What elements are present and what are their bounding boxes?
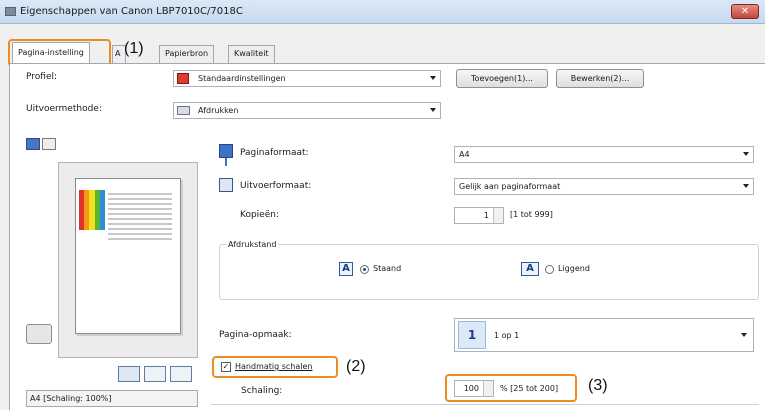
booklet-view-icon[interactable] xyxy=(144,366,166,382)
output-method-value: Afdrukken xyxy=(198,106,239,115)
printer-view-icon[interactable] xyxy=(42,138,56,150)
chevron-down-icon xyxy=(430,108,436,112)
print-icon xyxy=(177,106,190,115)
manual-scaling-label: Handmatig schalen xyxy=(235,362,313,371)
window-title: Eigenschappen van Canon LBP7010C/7018C xyxy=(20,6,243,17)
paper-tray-icon xyxy=(26,324,52,344)
profile-select[interactable]: Standaardinstellingen xyxy=(173,70,441,87)
copies-range: [1 tot 999] xyxy=(510,210,553,219)
callout-2: (2) xyxy=(346,358,366,375)
page-layout-value: 1 op 1 xyxy=(494,331,520,340)
layout-view-icon[interactable] xyxy=(118,366,140,382)
chevron-down-icon xyxy=(743,152,749,156)
paper-size-icon xyxy=(219,144,233,158)
chevron-down-icon xyxy=(743,184,749,188)
chevron-down-icon xyxy=(741,333,747,337)
paper-size-label: Paginaformaat: xyxy=(240,148,309,158)
scaling-value: 100 xyxy=(463,384,479,393)
portrait-radio[interactable] xyxy=(360,265,369,274)
layout-1up-icon: 1 xyxy=(458,321,486,349)
tab-quality[interactable]: Kwaliteit xyxy=(228,45,275,63)
orientation-group xyxy=(219,244,759,300)
bottom-divider xyxy=(211,404,759,405)
copies-label: Kopieën: xyxy=(240,210,279,220)
output-size-label: Uitvoerformaat: xyxy=(240,181,312,191)
callout-1: (1) xyxy=(124,40,144,57)
arrow-down-icon xyxy=(225,158,227,166)
preview-status: A4 [Schaling: 100%] xyxy=(26,390,198,407)
output-size-icon xyxy=(219,178,233,192)
scaling-input[interactable]: 100 xyxy=(454,380,494,397)
copies-input[interactable]: 1 xyxy=(454,207,504,224)
page-layout-label: Pagina-opmaak: xyxy=(219,330,292,340)
tab-paper-source[interactable]: Papierbron xyxy=(159,45,215,63)
copies-value: 1 xyxy=(483,211,489,220)
printer-icon xyxy=(5,7,16,16)
paper-size-value: A4 xyxy=(459,150,470,159)
portrait-icon: A xyxy=(339,262,353,276)
scaling-range: % [25 tot 200] xyxy=(500,384,559,393)
output-method-label: Uitvoermethode: xyxy=(26,104,102,114)
add-profile-button[interactable]: Toevoegen(1)... xyxy=(456,69,548,88)
poster-view-icon[interactable] xyxy=(170,366,192,382)
output-method-select[interactable]: Afdrukken xyxy=(173,102,441,119)
landscape-radio[interactable] xyxy=(545,265,554,274)
portrait-label: Staand xyxy=(373,264,402,273)
edit-profile-button[interactable]: Bewerken(2)... xyxy=(556,69,644,88)
profile-value: Standaardinstellingen xyxy=(198,74,286,83)
landscape-icon: A xyxy=(521,262,539,276)
profile-label: Profiel: xyxy=(26,72,58,82)
landscape-label: Liggend xyxy=(558,264,590,273)
paper-size-select[interactable]: A4 xyxy=(454,146,754,163)
output-size-value: Gelijk aan paginaformaat xyxy=(459,182,561,191)
callout-3: (3) xyxy=(588,377,608,394)
close-button[interactable]: ✕ xyxy=(731,4,759,19)
preview-color-image xyxy=(79,190,106,230)
copies-spinner[interactable] xyxy=(493,208,503,223)
output-size-select[interactable]: Gelijk aan paginaformaat xyxy=(454,178,754,195)
chevron-down-icon xyxy=(430,76,436,80)
scaling-label: Schaling: xyxy=(241,386,283,396)
scaling-spinner[interactable] xyxy=(483,381,493,396)
manual-scaling-checkbox[interactable]: ✓ xyxy=(221,362,231,372)
profile-icon xyxy=(177,73,189,84)
preview-view-icon[interactable] xyxy=(26,138,40,150)
orientation-title: Afdrukstand xyxy=(226,240,279,249)
